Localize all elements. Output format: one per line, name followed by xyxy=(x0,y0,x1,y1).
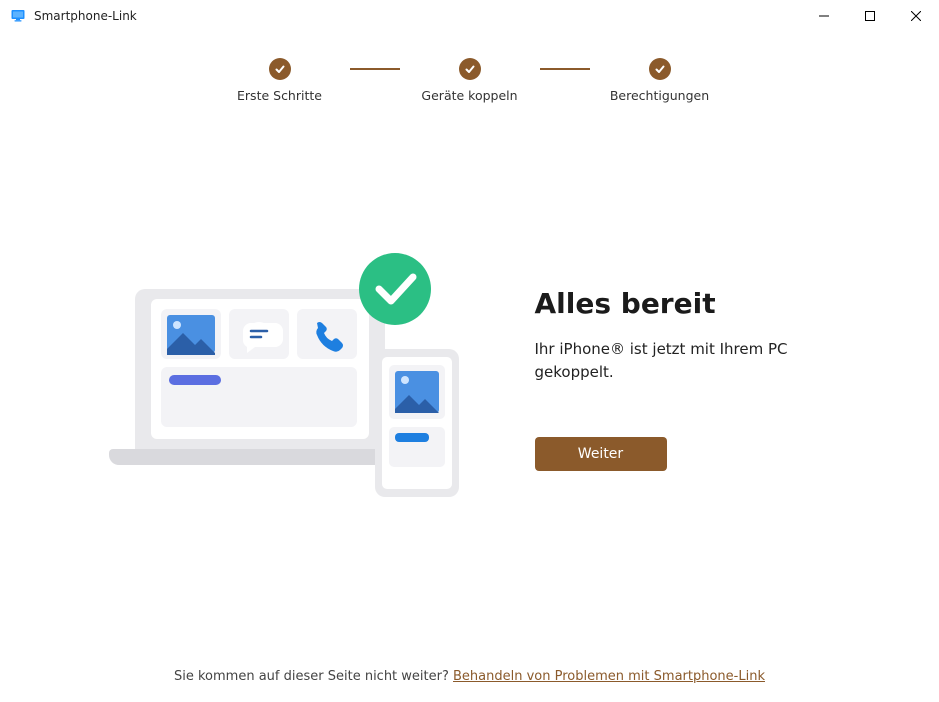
step-connector xyxy=(350,68,400,70)
continue-button[interactable]: Weiter xyxy=(535,437,667,471)
step-label: Berechtigungen xyxy=(610,88,709,103)
page-subhead: Ihr iPhone® ist jetzt mit Ihrem PC gekop… xyxy=(535,338,835,383)
check-icon xyxy=(459,58,481,80)
step-label: Geräte koppeln xyxy=(421,88,517,103)
window-controls xyxy=(801,0,939,32)
step-pair-devices: Geräte koppeln xyxy=(400,58,540,103)
minimize-button[interactable] xyxy=(801,0,847,32)
progress-stepper: Erste Schritte Geräte koppeln Berechtigu… xyxy=(210,58,730,103)
step-label: Erste Schritte xyxy=(237,88,322,103)
close-button[interactable] xyxy=(893,0,939,32)
step-first-steps: Erste Schritte xyxy=(210,58,350,103)
step-connector xyxy=(540,68,590,70)
titlebar: Smartphone-Link xyxy=(0,0,939,32)
footer: Sie kommen auf dieser Seite nicht weiter… xyxy=(0,655,939,702)
step-permissions: Berechtigungen xyxy=(590,58,730,103)
main-content: Alles bereit Ihr iPhone® ist jetzt mit I… xyxy=(0,103,939,655)
troubleshoot-link[interactable]: Behandeln von Problemen mit Smartphone-L… xyxy=(453,669,765,684)
app-title: Smartphone-Link xyxy=(34,9,137,23)
setup-illustration xyxy=(105,249,465,509)
text-column: Alles bereit Ihr iPhone® ist jetzt mit I… xyxy=(535,287,835,472)
check-icon xyxy=(649,58,671,80)
footer-prompt: Sie kommen auf dieser Seite nicht weiter… xyxy=(174,669,453,684)
page-headline: Alles bereit xyxy=(535,287,835,321)
titlebar-left: Smartphone-Link xyxy=(10,8,137,24)
check-icon xyxy=(269,58,291,80)
app-icon xyxy=(10,8,26,24)
maximize-button[interactable] xyxy=(847,0,893,32)
